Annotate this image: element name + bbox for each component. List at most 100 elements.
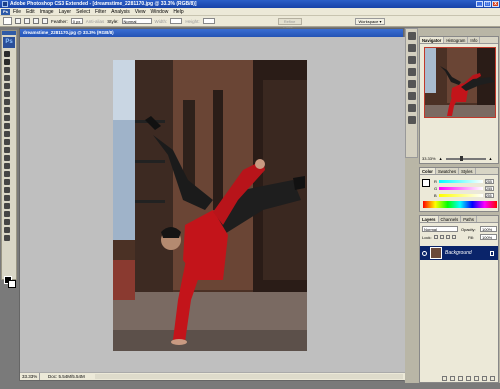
tab-paths[interactable]: Paths (461, 216, 477, 222)
layer-mask-icon[interactable] (458, 375, 463, 381)
zoom-out-icon[interactable]: ▲ (439, 155, 443, 163)
minimize-button[interactable]: _ (476, 1, 483, 7)
blend-mode-select[interactable]: Normal (422, 226, 458, 232)
green-slider[interactable] (439, 186, 484, 190)
screen-mode-icon[interactable] (3, 235, 10, 241)
subtract-selection-icon[interactable] (33, 18, 39, 24)
history-panel-icon[interactable] (408, 68, 416, 76)
link-layers-icon[interactable] (442, 375, 447, 381)
tool-preset-picker[interactable] (3, 17, 12, 25)
navigator-zoom-slider[interactable] (445, 156, 486, 161)
character-panel-icon[interactable] (408, 92, 416, 100)
actions-panel-icon[interactable] (408, 80, 416, 88)
menu-select[interactable]: Select (76, 9, 90, 15)
background-color-swatch[interactable] (8, 280, 16, 288)
delete-layer-icon[interactable] (490, 375, 495, 381)
menu-analysis[interactable]: Analysis (111, 9, 130, 15)
notes-tool-icon[interactable] (3, 195, 10, 201)
hand-tool-icon[interactable] (3, 211, 10, 217)
menu-file[interactable]: File (13, 9, 21, 15)
green-value[interactable]: 255 (485, 185, 495, 191)
slice-tool-icon[interactable] (3, 91, 10, 97)
tab-navigator[interactable]: Navigator (420, 37, 445, 43)
menu-filter[interactable]: Filter (95, 9, 106, 15)
eraser-tool-icon[interactable] (3, 131, 10, 137)
animation-panel-icon[interactable] (408, 116, 416, 124)
layer-row-background[interactable]: Background (420, 246, 498, 260)
layer-style-icon[interactable] (450, 375, 455, 381)
opacity-input[interactable]: 100% (480, 226, 497, 232)
lock-all-icon[interactable] (452, 235, 456, 239)
paragraph-panel-icon[interactable] (408, 104, 416, 112)
path-select-tool-icon[interactable] (3, 179, 10, 185)
horizontal-scrollbar[interactable] (94, 374, 403, 379)
zoom-tool-icon[interactable] (3, 219, 10, 225)
antialias-checkbox[interactable]: Anti-alias (86, 19, 105, 24)
brushes-panel-icon[interactable] (408, 32, 416, 40)
blue-value[interactable]: 255 (484, 192, 494, 198)
document-info[interactable]: Doc: 5.54M/5.54M (48, 373, 85, 380)
brush-tool-icon[interactable] (3, 107, 10, 113)
menu-view[interactable]: View (135, 9, 146, 15)
refine-edge-button[interactable]: Refine Edge... (277, 17, 302, 30)
lasso-tool-icon[interactable] (3, 67, 10, 73)
maximize-button[interactable]: □ (484, 1, 491, 7)
fill-input[interactable]: 100% (480, 234, 497, 240)
navigator-zoom-field[interactable]: 33.33% (422, 155, 436, 163)
add-selection-icon[interactable] (24, 18, 30, 24)
canvas-area[interactable] (20, 37, 405, 374)
eyedropper-tool-icon[interactable] (3, 203, 10, 209)
move-tool-icon[interactable] (3, 51, 10, 57)
tool-presets-panel-icon[interactable] (408, 44, 416, 52)
zoom-in-icon[interactable]: ▲ (489, 155, 493, 163)
tab-styles[interactable]: Styles (459, 168, 476, 174)
type-tool-icon[interactable] (3, 171, 10, 177)
close-button[interactable]: x (492, 1, 499, 7)
dodge-tool-icon[interactable] (3, 155, 10, 161)
lock-pixels-icon[interactable] (440, 235, 444, 239)
stamp-tool-icon[interactable] (3, 115, 10, 121)
menu-image[interactable]: Image (40, 9, 54, 15)
new-layer-icon[interactable] (482, 375, 487, 381)
menu-help[interactable]: Help (173, 9, 183, 15)
quick-select-tool-icon[interactable] (3, 75, 10, 81)
breakdancer-photo[interactable] (113, 60, 307, 351)
tab-info[interactable]: Info (468, 37, 481, 43)
workspace-button[interactable]: Workspace ▾ (355, 18, 385, 25)
lock-position-icon[interactable] (446, 235, 450, 239)
pen-tool-icon[interactable] (3, 163, 10, 169)
menu-edit[interactable]: Edit (26, 9, 35, 15)
new-group-icon[interactable] (474, 375, 479, 381)
layer-visibility-eye-icon[interactable] (422, 250, 427, 256)
shape-tool-icon[interactable] (3, 187, 10, 193)
clone-source-panel-icon[interactable] (408, 56, 416, 64)
document-zoom-field[interactable]: 33.33% (22, 373, 40, 380)
layer-name[interactable]: Background (445, 250, 472, 256)
intersect-selection-icon[interactable] (42, 18, 48, 24)
height-input[interactable] (202, 18, 215, 24)
lock-transparency-icon[interactable] (434, 235, 438, 239)
feather-input[interactable]: 0 px (70, 18, 83, 24)
color-spectrum-bar[interactable] (423, 201, 497, 208)
red-slider[interactable] (438, 179, 483, 183)
tab-channels[interactable]: Channels (439, 216, 462, 222)
tab-histogram[interactable]: Histogram (444, 37, 469, 43)
tab-layers[interactable]: Layers (420, 216, 439, 222)
blue-slider[interactable] (438, 193, 483, 197)
marquee-tool-icon[interactable] (3, 59, 10, 65)
blur-tool-icon[interactable] (3, 147, 10, 153)
quick-mask-icon[interactable] (3, 227, 10, 233)
adjustment-layer-icon[interactable] (466, 375, 471, 381)
new-selection-icon[interactable] (15, 18, 21, 24)
red-value[interactable]: 255 (484, 178, 494, 184)
healing-tool-icon[interactable] (3, 99, 10, 105)
menu-window[interactable]: Window (151, 9, 169, 15)
document-title[interactable]: dreamstime_2281170.jpg @ 33.3% (RGB/8) (20, 29, 403, 37)
gradient-tool-icon[interactable] (3, 139, 10, 145)
toolbox-grip[interactable] (2, 31, 16, 35)
navigator-thumbnail[interactable] (424, 47, 496, 118)
menu-layer[interactable]: Layer (59, 9, 72, 15)
width-input[interactable] (170, 18, 183, 24)
color-foreground-swatch[interactable] (422, 179, 430, 187)
crop-tool-icon[interactable] (3, 83, 10, 89)
